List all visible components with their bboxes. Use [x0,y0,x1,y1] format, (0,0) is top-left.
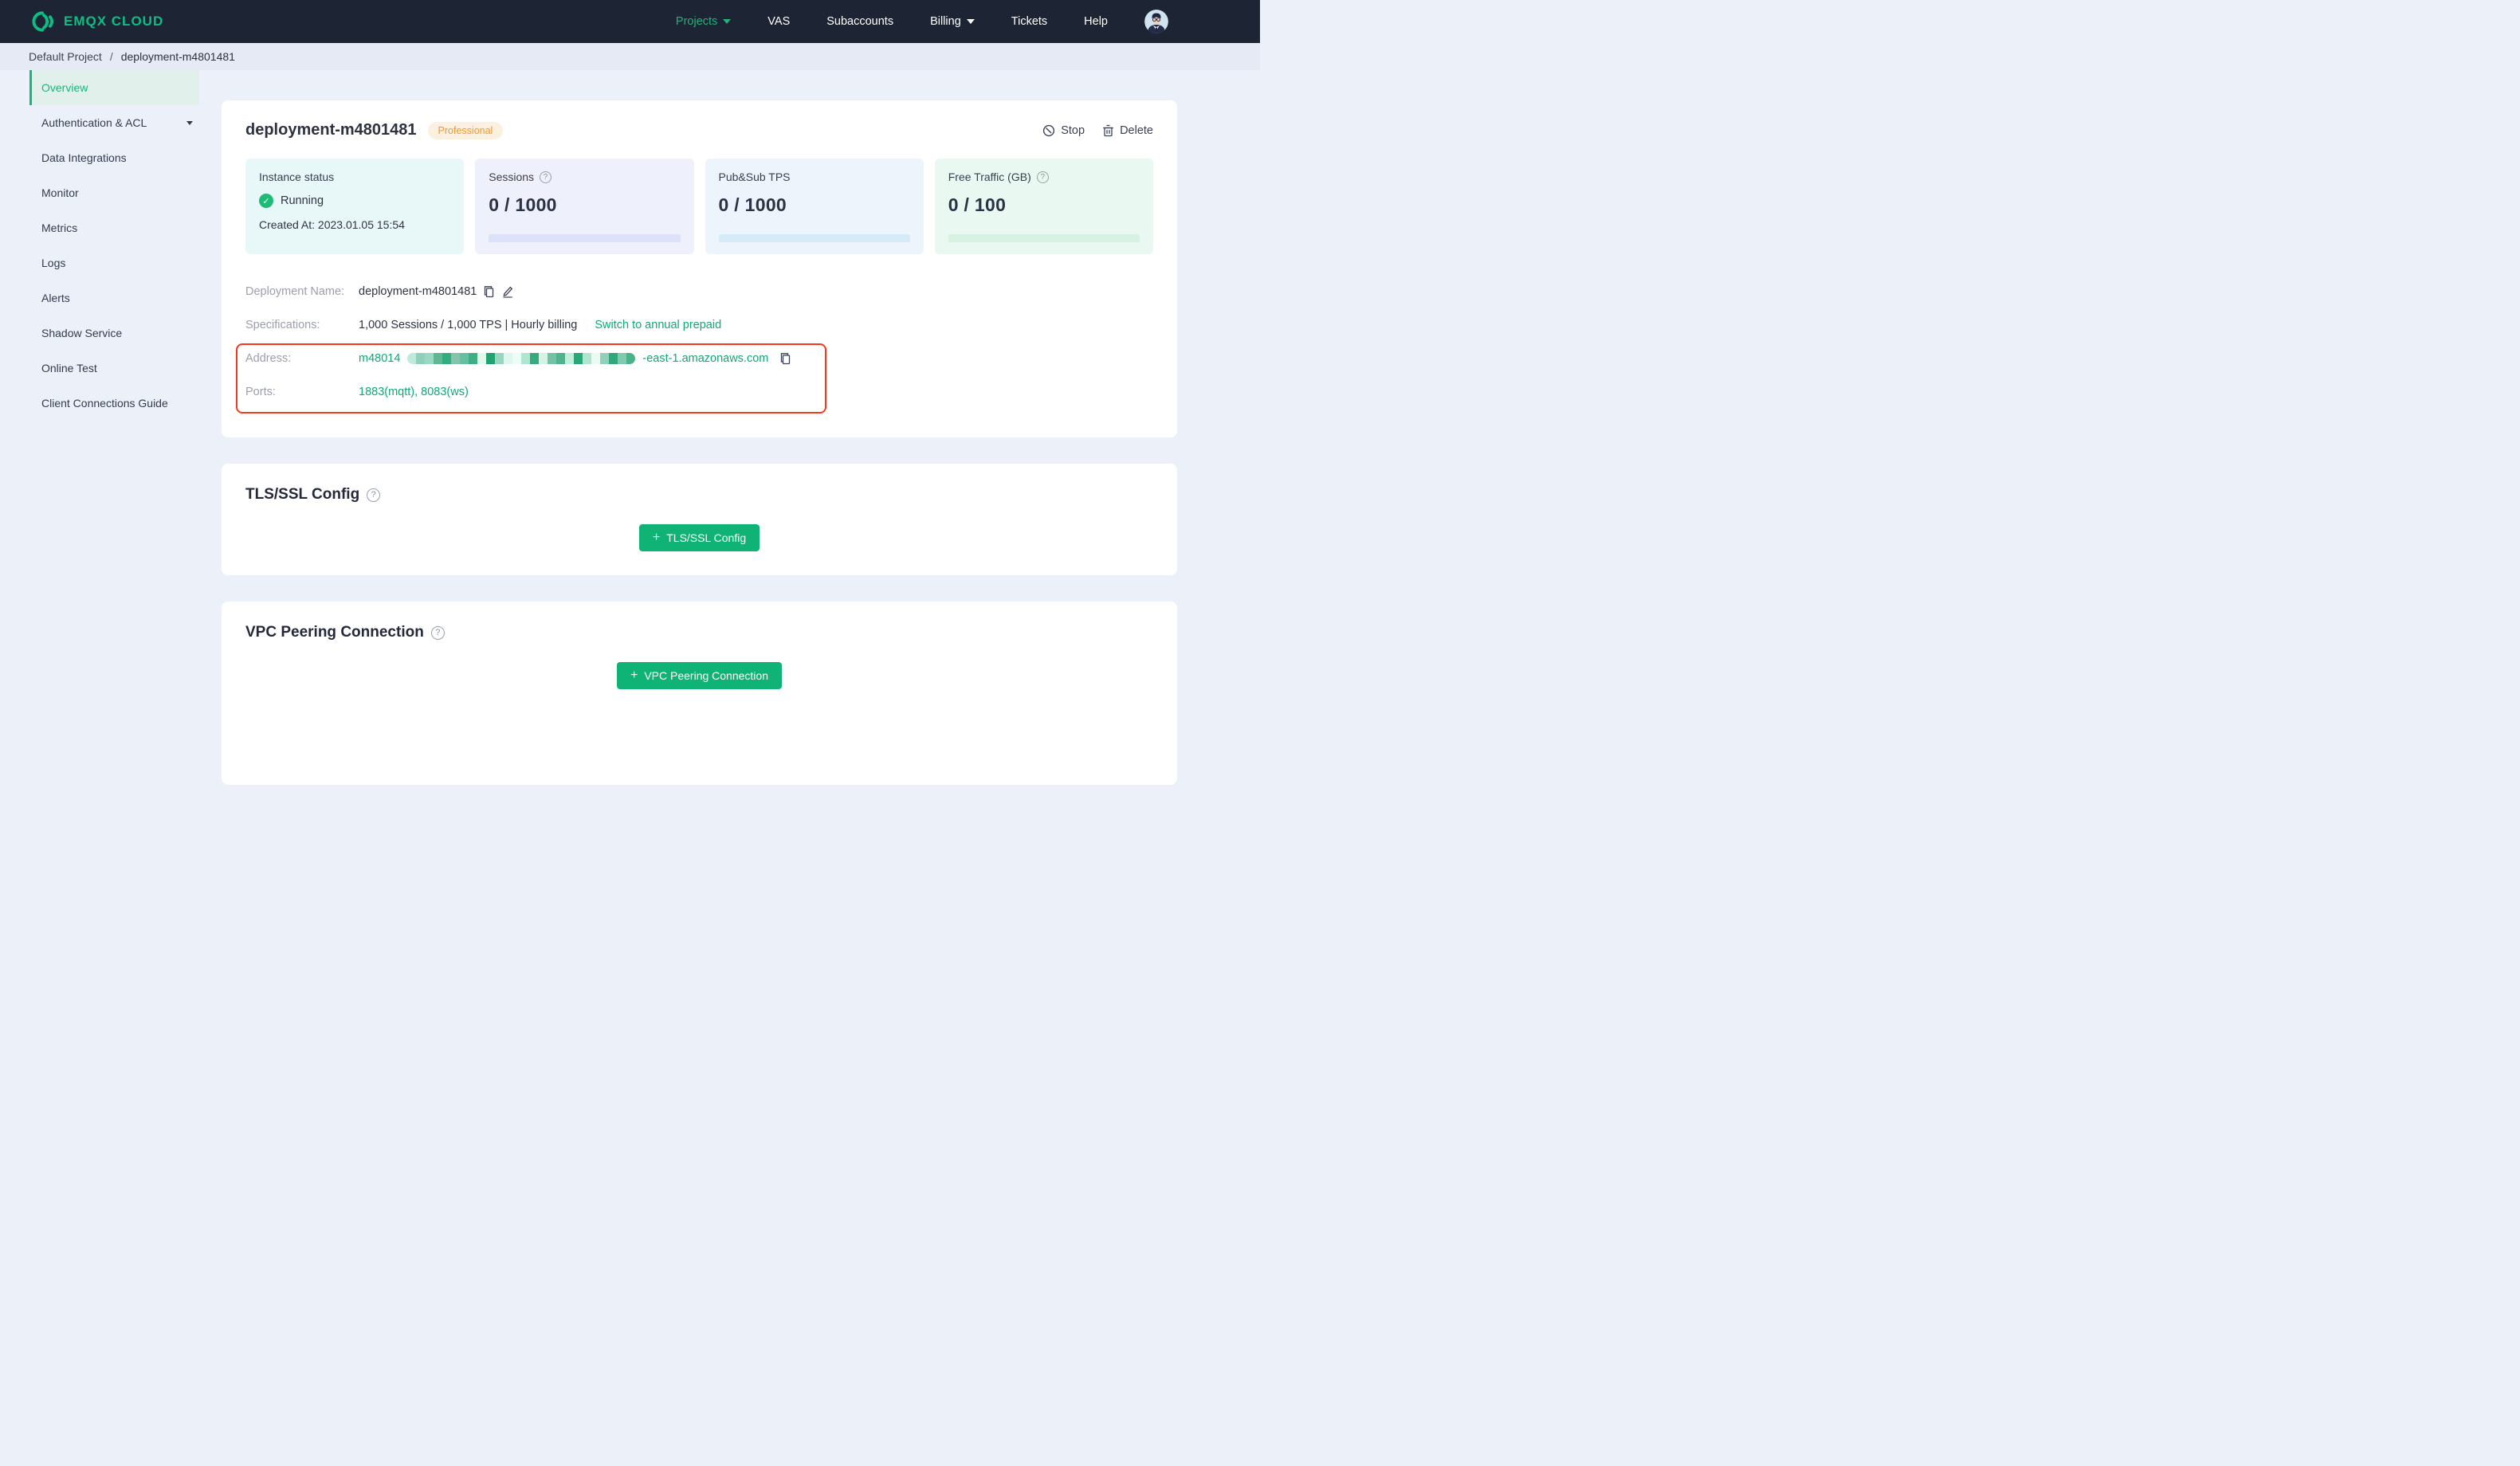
chevron-down-icon [186,120,193,125]
nav-item-subaccounts[interactable]: Subaccounts [826,15,893,28]
vpc-peering-heading: VPC Peering Connection [245,624,424,641]
sidebar-item-shadow-service[interactable]: Shadow Service [29,316,199,351]
nav-item-vas[interactable]: VAS [767,15,790,28]
copy-deployment-name-button[interactable] [483,285,495,298]
specifications-value: 1,000 Sessions / 1,000 TPS | Hourly bill… [359,319,578,331]
sidebar-item-metrics[interactable]: Metrics [29,210,199,245]
specifications-label: Specifications: [245,319,320,331]
sidebar-item-online-test[interactable]: Online Test [29,351,199,386]
sidebar-item-monitor[interactable]: Monitor [29,175,199,210]
address-prefix: m48014 [359,352,401,365]
created-at: Created At: 2023.01.05 15:54 [259,218,405,231]
nav-menu: Projects VAS Subaccounts Billing Tickets… [676,15,1108,28]
nav-item-tickets[interactable]: Tickets [1011,15,1047,28]
vpc-peering-card: VPC Peering Connection ? + VPC Peering C… [222,602,1177,785]
sidebar-item-authentication-acl[interactable]: Authentication & ACL [29,105,199,140]
instance-status-label: Instance status [259,171,335,183]
breadcrumb-current: deployment-m4801481 [120,50,235,63]
switch-annual-prepaid-link[interactable]: Switch to annual prepaid [595,319,721,331]
add-tls-ssl-config-button[interactable]: + TLS/SSL Config [638,524,760,551]
copy-address-button[interactable] [779,352,791,365]
deployment-name-value: deployment-m4801481 [359,285,477,298]
ports-row: Ports: 1883(mqtt), 8083(ws) [245,375,1153,409]
help-icon[interactable]: ? [367,488,381,502]
add-vpc-peering-button[interactable]: + VPC Peering Connection [617,662,782,689]
tls-ssl-card: TLS/SSL Config ? + TLS/SSL Config [222,464,1177,575]
edit-deployment-name-button[interactable] [501,285,514,298]
sidebar-item-overview[interactable]: Overview [29,70,199,105]
tls-ssl-heading: TLS/SSL Config [245,486,360,503]
chevron-down-icon [723,19,732,24]
sidebar-item-logs[interactable]: Logs [29,245,199,280]
user-avatar[interactable] [1144,10,1168,33]
chevron-down-icon [966,19,975,24]
nav-item-projects[interactable]: Projects [676,15,732,28]
nav-item-help[interactable]: Help [1084,15,1108,28]
emqx-logo-icon [29,10,56,33]
deployment-details: Deployment Name: deployment-m4801481 Spe… [236,275,1153,414]
free-traffic-value: 0 / 100 [948,194,1007,215]
main-content: deployment-m4801481 Professional Stop De… [222,100,1177,785]
breadcrumb-project[interactable]: Default Project [29,50,102,63]
stats-row: Instance status ✓ Running Created At: 20… [245,159,1153,254]
copy-icon [779,352,791,365]
sidebar-item-client-connections-guide[interactable]: Client Connections Guide [29,386,199,421]
sidebar-item-data-integrations[interactable]: Data Integrations [29,140,199,175]
free-traffic-progressbar [948,234,1140,242]
pubsub-tps-progressbar [718,234,910,242]
sessions-progressbar [489,234,681,242]
help-icon[interactable]: ? [430,625,445,640]
stop-button[interactable]: Stop [1042,124,1085,137]
page-title: deployment-m4801481 [245,121,417,139]
plus-icon: + [652,531,661,544]
ports-label: Ports: [245,386,276,398]
stat-card-free-traffic: Free Traffic (GB) ? 0 / 100 [934,159,1153,254]
stat-card-sessions: Sessions ? 0 / 1000 [475,159,694,254]
stop-icon [1042,124,1055,137]
trash-icon [1102,124,1114,137]
top-navbar: EMQX CLOUD Projects VAS Subaccounts Bill… [0,0,1260,43]
pubsub-tps-label: Pub&Sub TPS [718,171,791,183]
stat-card-pubsub-tps: Pub&Sub TPS 0 / 1000 [705,159,924,254]
sessions-label: Sessions [489,171,535,183]
breadcrumb: Default Project / deployment-m4801481 [0,43,1260,70]
deployment-overview-card: deployment-m4801481 Professional Stop De… [222,100,1177,437]
ports-value: 1883(mqtt), 8083(ws) [359,386,469,398]
help-icon[interactable]: ? [540,171,552,183]
edit-pencil-icon [501,285,514,298]
nav-item-billing[interactable]: Billing [930,15,975,28]
plus-icon: + [630,668,638,682]
check-circle-icon: ✓ [259,194,273,208]
pubsub-tps-value: 0 / 1000 [718,194,787,215]
stat-card-instance-status: Instance status ✓ Running Created At: 20… [245,159,465,254]
free-traffic-label: Free Traffic (GB) [948,171,1031,183]
instance-status-value: Running [281,194,324,207]
brand-name: EMQX CLOUD [64,14,164,29]
deployment-name-label: Deployment Name: [245,285,345,298]
help-icon[interactable]: ? [1036,171,1049,183]
sidebar-item-alerts[interactable]: Alerts [29,280,199,316]
copy-icon [483,285,495,298]
address-suffix: -east-1.amazonaws.com [642,352,769,365]
address-label: Address: [245,352,292,365]
address-row: Address: m48014 -east-1.amazonaws.com [245,342,1153,375]
sessions-value: 0 / 1000 [489,194,557,215]
specifications-row: Specifications: 1,000 Sessions / 1,000 T… [245,308,1153,342]
brand: EMQX CLOUD [29,10,163,33]
deployment-name-row: Deployment Name: deployment-m4801481 [245,275,1153,308]
plan-badge: Professional [427,121,504,139]
sidebar: Overview Authentication & ACL Data Integ… [0,70,199,421]
delete-button[interactable]: Delete [1102,124,1153,137]
address-censored [407,353,636,364]
breadcrumb-separator: / [109,50,113,63]
